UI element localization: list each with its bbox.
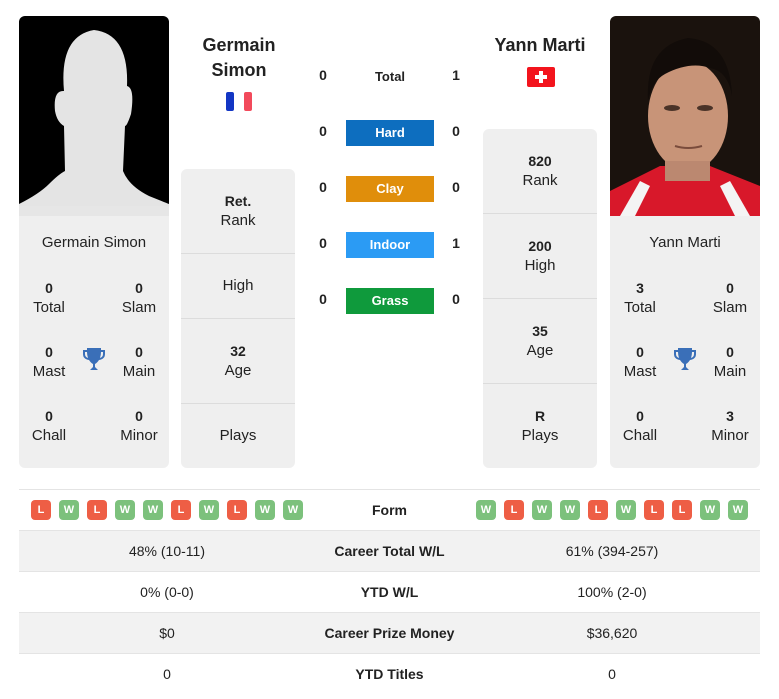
player1-form-result-loss[interactable]: L: [227, 500, 247, 520]
player2-titles-mast: 0 Mast: [623, 344, 657, 380]
comparison-table: LWLWWLWLWW Form WLWWLWLLWW 48% (10-11) C…: [19, 489, 760, 694]
h2h-total-p2: 1: [452, 67, 460, 83]
form-label: Form: [372, 502, 407, 518]
switzerland-flag-icon: [527, 67, 555, 87]
player1-age: 32 Age: [181, 319, 295, 404]
player2-titles-chall: 0 Chall: [622, 408, 658, 444]
player1-form-result-win[interactable]: W: [199, 500, 219, 520]
surface-indoor[interactable]: Indoor: [346, 232, 434, 258]
career-prize-money-row: $0 Career Prize Money $36,620: [19, 613, 760, 654]
player2-form-result-win[interactable]: W: [728, 500, 748, 520]
player1-ytd-titles: 0: [163, 666, 171, 682]
h2h-grass-p2: 0: [452, 291, 460, 307]
player2-form-result-loss[interactable]: L: [588, 500, 608, 520]
player1-form: LWLWWLWLWW: [19, 500, 315, 520]
h2h-indoor-p2: 1: [452, 235, 460, 251]
player1-form-result-win[interactable]: W: [255, 500, 275, 520]
france-flag-icon: [226, 92, 252, 111]
h2h-clay-p2: 0: [452, 179, 460, 195]
player1-form-result-win[interactable]: W: [283, 500, 303, 520]
player1-high: High: [181, 254, 295, 319]
player2-rank: 820 Rank: [483, 129, 597, 214]
career-prize-money-label: Career Prize Money: [324, 625, 455, 641]
player2-form-result-win[interactable]: W: [476, 500, 496, 520]
player1-titles-total: 0 Total: [33, 280, 65, 316]
surface-grass[interactable]: Grass: [346, 288, 434, 314]
player2-name[interactable]: Yann Marti: [610, 234, 760, 251]
player2-career-total-wl: 61% (394-257): [565, 543, 659, 559]
h2h-total-p1: 0: [319, 67, 327, 83]
player2-age: 35 Age: [483, 299, 597, 384]
player1-career-prize-money: $0: [159, 625, 175, 641]
h2h-grass-p1: 0: [319, 291, 327, 307]
player1-plays: Plays: [219, 427, 257, 444]
player1-form-result-win[interactable]: W: [115, 500, 135, 520]
player2-info-card: 820 Rank 200 High 35 Age R Plays: [483, 129, 597, 468]
player2-ytd-titles: 0: [608, 666, 616, 682]
h2h-indoor-p1: 0: [319, 235, 327, 251]
ytd-titles-label: YTD Titles: [355, 666, 424, 682]
player2-form-result-win[interactable]: W: [532, 500, 552, 520]
player2-titles-minor: 3 Minor: [711, 408, 749, 444]
surface-clay[interactable]: Clay: [346, 176, 434, 202]
player2-plays: R Plays: [521, 408, 559, 444]
h2h-hard-p1: 0: [319, 123, 327, 139]
h2h-hard-p2: 0: [452, 123, 460, 139]
player-portrait-icon: [610, 16, 760, 216]
player2-high: 200 High: [483, 214, 597, 299]
h2h-clay-p1: 0: [319, 179, 327, 195]
player2-titles-total: 3 Total: [624, 280, 656, 316]
player2-career-prize-money: $36,620: [586, 625, 638, 641]
player1-title-name[interactable]: Germain Simon: [164, 33, 314, 83]
player2-ytd-wl: 100% (2-0): [577, 584, 647, 600]
player1-form-result-win[interactable]: W: [59, 500, 79, 520]
player2-form-result-win[interactable]: W: [616, 500, 636, 520]
player1-titles-minor: 0 Minor: [120, 408, 158, 444]
form-row: LWLWWLWLWW Form WLWWLWLLWW: [19, 490, 760, 531]
player1-titles-slam: 0 Slam: [121, 280, 157, 316]
ytd-titles-row: 0 YTD Titles 0: [19, 654, 760, 694]
silhouette-icon: [19, 16, 169, 216]
player1-career-total-wl: 48% (10-11): [128, 543, 205, 559]
career-total-wl-label: Career Total W/L: [334, 543, 445, 559]
player1-form-result-loss[interactable]: L: [87, 500, 107, 520]
player1-form-result-loss[interactable]: L: [31, 500, 51, 520]
player1-info-card: Ret. Rank High 32 Age Plays: [181, 169, 295, 468]
player1-ytd-wl: 0% (0-0): [140, 584, 194, 600]
h2h-total-label: Total: [374, 69, 406, 84]
player2-title-name[interactable]: Yann Marti: [465, 33, 615, 58]
trophy-icon: [672, 346, 698, 372]
player1-name[interactable]: Germain Simon: [19, 234, 169, 251]
player1-form-result-loss[interactable]: L: [171, 500, 191, 520]
career-total-wl-row: 48% (10-11) Career Total W/L 61% (394-25…: [19, 531, 760, 572]
player2-form-result-loss[interactable]: L: [644, 500, 664, 520]
player1-rank: Ret. Rank: [181, 169, 295, 254]
player1-titles-mast: 0 Mast: [32, 344, 66, 380]
player1-titles-chall: 0 Chall: [31, 408, 67, 444]
player2-form-result-loss[interactable]: L: [504, 500, 524, 520]
ytd-wl-label: YTD W/L: [360, 584, 419, 600]
player2-form-result-loss[interactable]: L: [672, 500, 692, 520]
surface-hard[interactable]: Hard: [346, 120, 434, 146]
player2-form-result-win[interactable]: W: [560, 500, 580, 520]
player2-form-result-win[interactable]: W: [700, 500, 720, 520]
player2-titles-main: 0 Main: [713, 344, 747, 380]
player2-titles-slam: 0 Slam: [712, 280, 748, 316]
ytd-wl-row: 0% (0-0) YTD W/L 100% (2-0): [19, 572, 760, 613]
player2-photo[interactable]: [610, 16, 760, 216]
player1-photo[interactable]: [19, 16, 169, 216]
trophy-icon: [81, 346, 107, 372]
player2-form: WLWWLWLLWW: [464, 500, 760, 520]
player1-titles-main: 0 Main: [122, 344, 156, 380]
player1-form-result-win[interactable]: W: [143, 500, 163, 520]
